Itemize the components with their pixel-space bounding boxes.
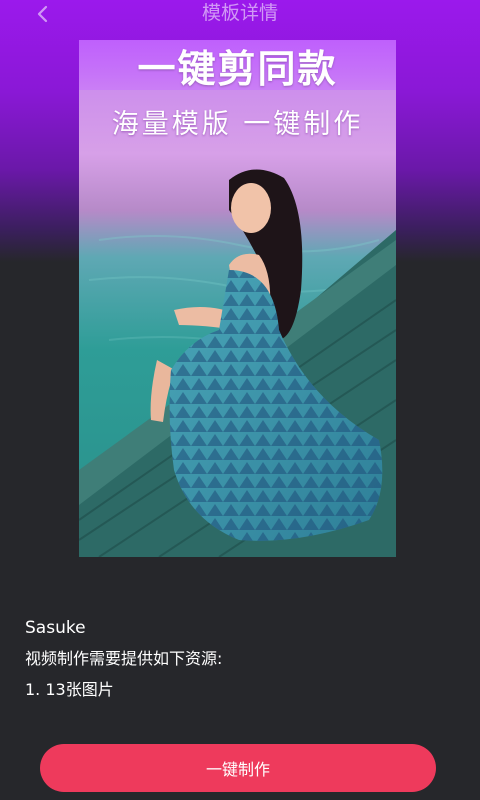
- author-name: Sasuke: [25, 618, 86, 638]
- page-title: 模板详情: [201, 2, 278, 24]
- header-bar: 模板详情: [0, 0, 480, 30]
- preview-subtitle: 海量模版 一键制作: [111, 109, 364, 140]
- make-video-button[interactable]: 一键制作: [40, 744, 436, 792]
- template-preview[interactable]: 一键剪同款 海量模版 一键制作: [79, 40, 396, 557]
- preview-title: 一键剪同款: [79, 40, 396, 91]
- requirement-text: 视频制作需要提供如下资源:: [25, 649, 223, 668]
- resource-item: 1. 13张图片: [25, 680, 114, 699]
- template-info: Sasuke 视频制作需要提供如下资源: 1. 13张图片: [25, 616, 455, 702]
